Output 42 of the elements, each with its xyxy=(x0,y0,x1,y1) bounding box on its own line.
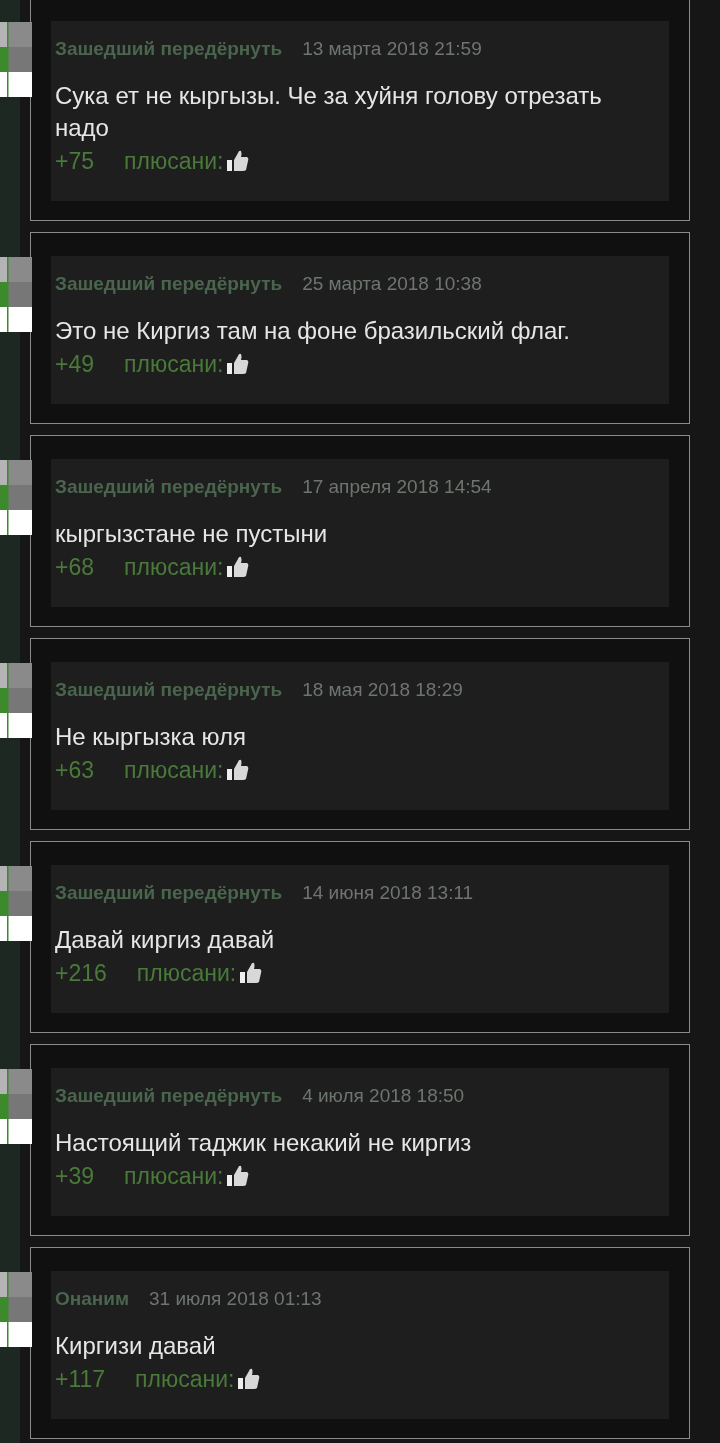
rating-count: +75 xyxy=(55,147,94,175)
rating-count: +49 xyxy=(55,350,94,378)
rating-count: +63 xyxy=(55,756,94,784)
author-name[interactable]: Зашедший передёрнуть xyxy=(55,273,283,295)
rating-count: +68 xyxy=(55,553,94,581)
rate-label: плюсани: xyxy=(124,756,224,784)
comment-date: 25 марта 2018 10:38 xyxy=(302,273,482,295)
author-name[interactable]: Зашедший передёрнуть xyxy=(55,882,283,904)
author-name[interactable]: Онаним xyxy=(55,1288,130,1310)
comment-text: Сука ет не кыргызы. Че за хуйня голову отрезать надо xyxy=(55,81,603,143)
comment-date: 31 июля 2018 01:13 xyxy=(149,1288,322,1310)
comment-date: 13 марта 2018 21:59 xyxy=(302,38,482,60)
rating-count: +117 xyxy=(55,1365,106,1393)
thumbs-up-icon[interactable] xyxy=(226,758,251,782)
comment-date: 17 апреля 2018 14:54 xyxy=(302,476,492,498)
author-name[interactable]: Зашедший передёрнуть xyxy=(55,38,283,60)
comment-date: 14 июня 2018 13:11 xyxy=(302,882,474,904)
rate-label: плюсани: xyxy=(136,959,237,987)
comment-text: Не кыргызка юля xyxy=(55,722,247,752)
rate-label: плюсани: xyxy=(124,350,224,378)
rating-count: +39 xyxy=(55,1162,94,1190)
author-name[interactable]: Зашедший передёрнуть xyxy=(55,1085,283,1107)
thumbs-up-icon[interactable] xyxy=(226,352,251,376)
comment-text: кыргызстане не пустыни xyxy=(55,519,329,549)
thumbs-up-icon[interactable] xyxy=(237,1367,262,1391)
rate-label: плюсани: xyxy=(124,1162,224,1190)
comment-text: Киргизи давай xyxy=(55,1331,217,1361)
rate-label: плюсани: xyxy=(135,1365,235,1393)
author-name[interactable]: Зашедший передёрнуть xyxy=(55,679,283,701)
rate-label: плюсани: xyxy=(124,147,224,175)
comment-text: Это не Киргиз там на фоне бразильский флаг. xyxy=(55,316,571,346)
thumbs-up-icon[interactable] xyxy=(226,1164,251,1188)
rate-label: плюсани: xyxy=(124,553,224,581)
comment-text: Настоящий таджик некакий не киргиз xyxy=(55,1128,473,1158)
comment-date: 18 мая 2018 18:29 xyxy=(302,679,463,701)
rating-count: +216 xyxy=(55,959,107,987)
thumbs-up-icon[interactable] xyxy=(226,149,251,173)
thumbs-up-icon[interactable] xyxy=(239,961,264,985)
author-name[interactable]: Зашедший передёрнуть xyxy=(55,476,283,498)
thumbs-up-icon[interactable] xyxy=(226,555,251,579)
comment-text: Давай киргиз давай xyxy=(55,925,276,955)
comment-date: 4 июля 2018 18:50 xyxy=(302,1085,465,1107)
